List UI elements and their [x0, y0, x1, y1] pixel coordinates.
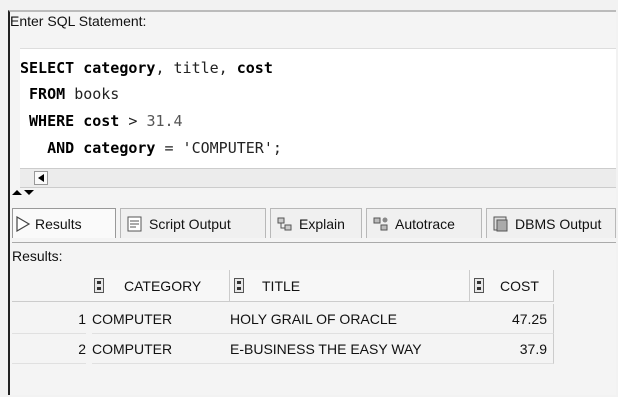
play-triangle-icon	[16, 216, 31, 232]
row-number-header	[12, 270, 94, 302]
sql-keyword: cost	[83, 112, 120, 130]
explain-plan-icon	[277, 217, 292, 231]
row-number: 2	[12, 334, 86, 364]
tab-results[interactable]: Results	[12, 208, 116, 238]
tab-explain-label: Explain	[299, 216, 345, 232]
results-label: Results:	[12, 248, 63, 264]
expand-down-icon[interactable]	[24, 190, 34, 195]
scroll-left-arrow-icon[interactable]	[34, 171, 48, 185]
output-tabs: Results Script Output Explain Autotrace …	[12, 204, 616, 243]
tab-results-label: Results	[35, 216, 82, 232]
column-header-category[interactable]: CATEGORY	[90, 270, 230, 302]
sort-icon[interactable]	[474, 278, 484, 293]
cell-cost[interactable]: 47.25	[470, 304, 554, 334]
sort-icon[interactable]	[234, 278, 244, 293]
column-header-cost[interactable]: COST	[470, 270, 554, 302]
sort-icon[interactable]	[94, 278, 104, 293]
column-header-title-label: TITLE	[262, 278, 301, 294]
sql-keyword: cost	[236, 59, 273, 77]
cell-category[interactable]: COMPUTER	[92, 334, 230, 364]
results-grid[interactable]: CATEGORY TITLE COST 1 COMPUTER HOLY GRAI…	[12, 270, 616, 386]
expand-up-icon[interactable]	[12, 190, 22, 195]
sql-keyword: category	[83, 59, 156, 77]
sql-text: >	[119, 112, 147, 130]
sql-text: , title,	[155, 59, 237, 77]
pane-splitter[interactable]	[12, 190, 38, 200]
column-header-cost-label: COST	[500, 278, 539, 294]
sql-statement-label: Enter SQL Statement:	[10, 13, 147, 29]
sql-keyword: WHERE	[20, 112, 84, 130]
tab-script-output[interactable]: Script Output	[120, 208, 266, 238]
tab-explain[interactable]: Explain	[270, 208, 362, 238]
tab-dbms-output[interactable]: DBMS Output	[486, 208, 616, 238]
sql-line-1: SELECT category, title, cost	[20, 59, 273, 77]
cell-title[interactable]: E-BUSINESS THE EASY WAY	[230, 334, 470, 364]
sql-number: 31.4	[146, 112, 183, 130]
column-header-category-label: CATEGORY	[124, 278, 202, 294]
editor-horizontal-scrollbar[interactable]	[20, 168, 616, 188]
cell-cost[interactable]: 37.9	[470, 334, 554, 364]
sql-text: books	[74, 85, 120, 103]
dbms-output-icon	[493, 216, 508, 232]
autotrace-icon	[373, 217, 388, 231]
script-output-icon	[127, 216, 142, 232]
sql-line-2: FROM books	[20, 85, 119, 103]
sql-editor[interactable]: SELECT category, title, cost FROM books …	[20, 48, 616, 169]
row-number: 1	[12, 304, 86, 334]
cell-category[interactable]: COMPUTER	[92, 304, 230, 334]
tab-autotrace[interactable]: Autotrace	[366, 208, 482, 238]
cell-title[interactable]: HOLY GRAIL OF ORACLE	[230, 304, 470, 334]
sql-keyword: SELECT	[20, 59, 84, 77]
column-header-title[interactable]: TITLE	[230, 270, 470, 302]
sql-line-3: WHERE cost > 31.4	[20, 112, 183, 130]
sql-keyword: category	[83, 139, 156, 157]
sql-text: = 'COMPUTER';	[155, 139, 282, 157]
sql-line-4: AND category = 'COMPUTER';	[20, 139, 282, 157]
sql-keyword: AND	[20, 139, 84, 157]
tab-script-output-label: Script Output	[149, 216, 231, 232]
tab-autotrace-label: Autotrace	[395, 216, 455, 232]
sql-keyword: FROM	[20, 85, 75, 103]
tab-dbms-output-label: DBMS Output	[515, 216, 602, 232]
